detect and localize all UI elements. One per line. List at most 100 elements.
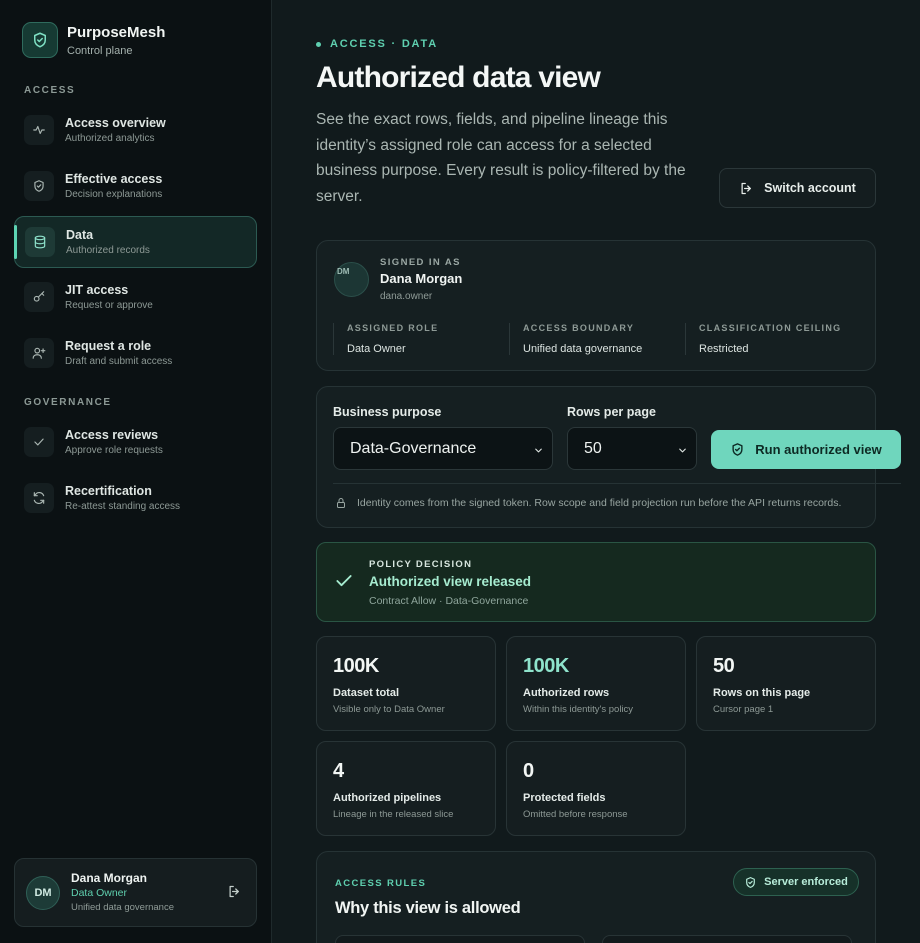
sidebar-item-title: Access overview (65, 116, 166, 130)
server-enforced-text: Server enforced (764, 876, 848, 888)
stat-subtitle: Cursor page 1 (713, 704, 774, 715)
business-purpose-label: Business purpose (333, 405, 442, 419)
sidebar-item-request-role[interactable]: Request a role Draft and submit access (14, 327, 257, 379)
token-note: Identity comes from the signed token. Ro… (335, 497, 841, 509)
sidebar-item-title: Recertification (65, 484, 152, 498)
rows-per-page-value: 50 (584, 439, 602, 457)
stat-protected-fields: 0 Protected fields Omitted before respon… (506, 741, 686, 836)
stat-label: Dataset total (333, 687, 400, 699)
chevron-down-icon (677, 443, 688, 461)
stat-label: Authorized pipelines (333, 792, 442, 804)
brand[interactable]: PurposeMesh Control plane (22, 22, 165, 58)
policy-decision-label: POLICY DECISION (369, 559, 473, 570)
log-in-icon (739, 181, 754, 196)
sidebar-item-subtitle: Decision explanations (65, 189, 163, 200)
check-icon (24, 427, 54, 457)
avatar: DM (334, 262, 369, 297)
business-purpose-select[interactable]: Data-Governance (333, 427, 553, 470)
sidebar-item-data[interactable]: Data Authorized records (14, 216, 257, 268)
main-content: ACCESS · DATA Authorized data view See t… (272, 0, 920, 943)
shield-check-icon (730, 442, 745, 457)
attribute-label: ACCESS BOUNDARY (523, 323, 635, 333)
rule-panel (335, 935, 585, 943)
sidebar-item-subtitle: Authorized records (66, 245, 150, 256)
refresh-icon (24, 483, 54, 513)
sidebar-item-access-overview[interactable]: Access overview Authorized analytics (14, 104, 257, 156)
page-title: Authorized data view (316, 61, 601, 94)
access-boundary: ACCESS BOUNDARY Unified data governance (509, 323, 685, 355)
policy-decision-subtitle: Contract Allow · Data-Governance (369, 595, 529, 607)
sidebar-item-subtitle: Re-attest standing access (65, 501, 181, 512)
query-form: Business purpose Data-Governance Rows pe… (316, 386, 901, 528)
check-icon (334, 571, 354, 596)
sidebar-item-subtitle: Draft and submit access (65, 356, 173, 367)
sidebar-item-recertification[interactable]: Recertification Re-attest standing acces… (14, 472, 257, 524)
access-rules-card: ACCESS RULES Why this view is allowed Se… (316, 851, 876, 943)
sidebar-item-access-reviews[interactable]: Access reviews Approve role requests (14, 416, 257, 468)
page-description: See the exact rows, fields, and pipeline… (316, 111, 686, 205)
stat-subtitle: Visible only to Data Owner (333, 704, 445, 715)
activity-icon (24, 115, 54, 145)
brand-subtitle: Control plane (67, 44, 133, 57)
user-scope: Unified data governance (71, 901, 174, 913)
eyebrow-text: ACCESS · DATA (330, 38, 438, 50)
rows-per-page-select[interactable]: 50 (567, 427, 697, 470)
sidebar-item-jit-access[interactable]: JIT access Request or approve (14, 271, 257, 323)
lock-icon (335, 497, 347, 509)
policy-decision-title: Authorized view released (369, 574, 532, 589)
sidebar-item-subtitle: Request or approve (65, 300, 153, 311)
stat-value: 0 (523, 760, 534, 782)
switch-account-label: Switch account (764, 181, 856, 195)
sidebar: PurposeMesh Control plane ACCESS Access … (0, 0, 272, 943)
stat-value: 100K (333, 655, 379, 677)
shield-check-icon (744, 876, 757, 889)
sidebar-item-title: Request a role (65, 339, 152, 353)
divider (333, 483, 901, 484)
identity-card: DM SIGNED IN AS Dana Morgan dana.owner A… (316, 240, 876, 371)
sign-out-icon[interactable] (227, 884, 242, 904)
stat-value: 4 (333, 760, 344, 782)
current-user-card[interactable]: DM Dana Morgan Data Owner Unified data g… (14, 858, 257, 927)
sidebar-item-subtitle: Authorized analytics (65, 133, 155, 144)
stat-authorized-rows: 100K Authorized rows Within this identit… (506, 636, 686, 731)
sidebar-item-effective-access[interactable]: Effective access Decision explanations (14, 160, 257, 212)
sidebar-item-title: Effective access (65, 172, 163, 186)
shield-check-icon (22, 22, 58, 58)
section-label-access: ACCESS (24, 85, 76, 96)
database-icon (25, 227, 55, 257)
brand-name: PurposeMesh (67, 23, 166, 41)
token-note-text: Identity comes from the signed token. Ro… (357, 497, 842, 509)
sidebar-item-title: JIT access (65, 283, 129, 297)
stat-authorized-pipelines: 4 Authorized pipelines Lineage in the re… (316, 741, 496, 836)
run-authorized-view-button[interactable]: Run authorized view (711, 430, 901, 469)
policy-decision-banner: POLICY DECISION Authorized view released… (316, 542, 876, 622)
signed-in-label: SIGNED IN AS (380, 257, 461, 268)
eyebrow: ACCESS · DATA (316, 38, 438, 50)
attribute-value: Unified data governance (523, 343, 643, 355)
avatar: DM (26, 875, 60, 910)
server-enforced-badge: Server enforced (733, 868, 859, 896)
attribute-label: CLASSIFICATION CEILING (699, 323, 842, 333)
business-purpose-value: Data-Governance (350, 439, 477, 457)
shield-check-icon (24, 171, 54, 201)
user-role: Data Owner (71, 886, 128, 899)
chevron-down-icon (533, 443, 544, 461)
attribute-label: ASSIGNED ROLE (347, 323, 439, 333)
sidebar-item-title: Access reviews (65, 428, 159, 442)
rule-panel (602, 935, 852, 943)
switch-account-button[interactable]: Switch account (719, 168, 876, 208)
stat-subtitle: Within this identity's policy (523, 704, 634, 715)
identity-handle: dana.owner (380, 291, 433, 302)
user-plus-icon (24, 338, 54, 368)
assigned-role: ASSIGNED ROLE Data Owner (333, 323, 509, 355)
key-icon (24, 282, 54, 312)
run-authorized-view-label: Run authorized view (755, 442, 882, 457)
rows-per-page-label: Rows per page (567, 405, 656, 419)
stat-label: Rows on this page (713, 687, 811, 699)
stat-label: Authorized rows (523, 687, 610, 699)
stat-value: 50 (713, 655, 735, 677)
stat-rows-on-page: 50 Rows on this page Cursor page 1 (696, 636, 876, 731)
access-rules-title: Why this view is allowed (335, 899, 521, 917)
access-rules-label: ACCESS RULES (335, 878, 427, 889)
dot-icon (316, 41, 321, 47)
